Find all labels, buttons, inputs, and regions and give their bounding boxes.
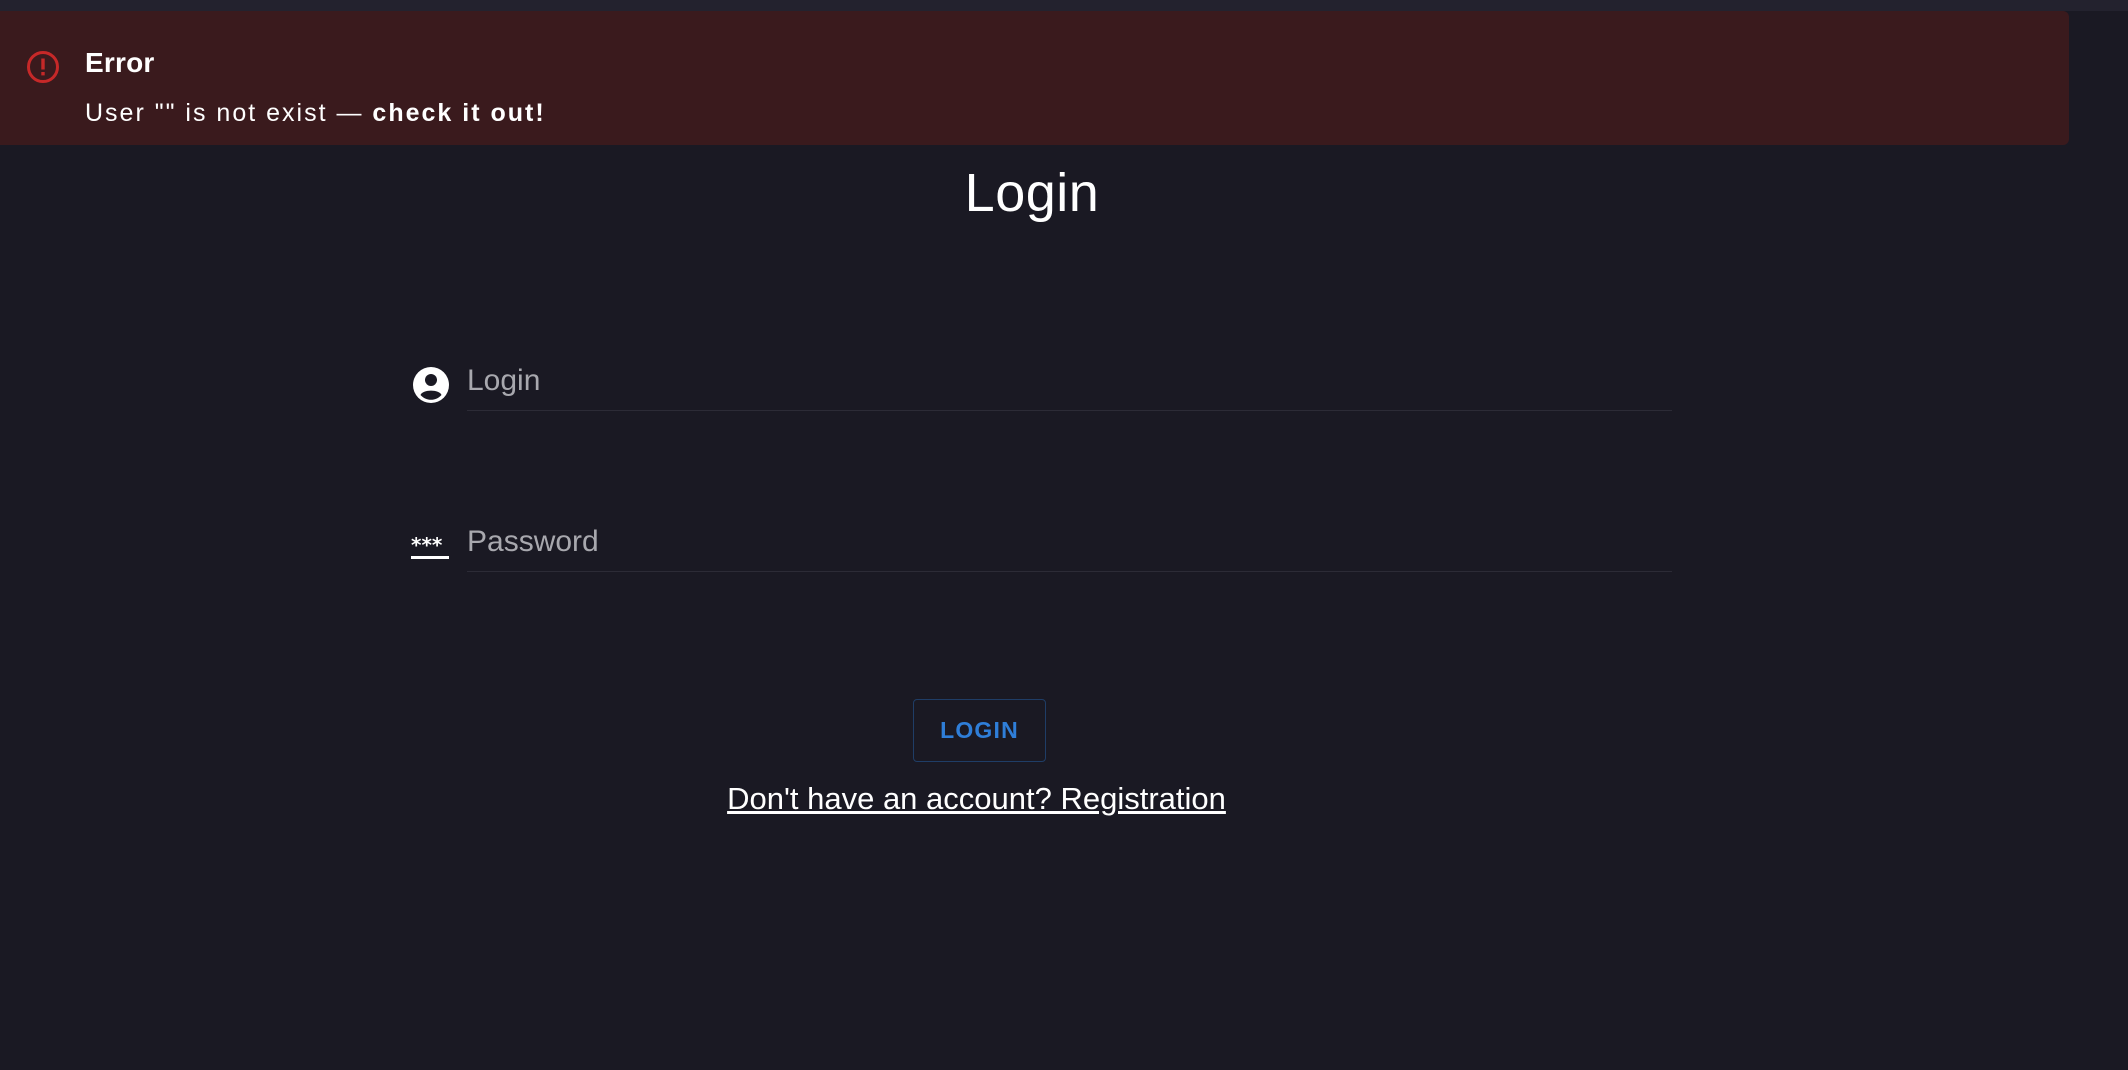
error-circle-icon [27, 51, 59, 83]
alert-message-emphasis: check it out! [372, 99, 546, 127]
password-dots-icon: *** [411, 533, 449, 559]
page-title: Login [964, 163, 1100, 223]
password-field-group: *** [410, 513, 1672, 573]
svg-text:***: *** [411, 533, 443, 557]
error-alert: Error User "" is not exist — check it ou… [0, 11, 2069, 145]
alert-message: User "" is not exist — check it out! [85, 99, 546, 128]
registration-link[interactable]: Don't have an account? Registration [0, 781, 1953, 817]
login-field-group [410, 352, 1672, 412]
alert-title: Error [85, 47, 155, 78]
account-circle-icon [413, 367, 449, 403]
password-input[interactable] [467, 513, 1672, 572]
login-input[interactable] [467, 352, 1672, 411]
login-button[interactable]: LOGIN [913, 699, 1046, 762]
top-strip [0, 0, 2128, 11]
alert-message-text: User "" is not exist — [85, 99, 373, 127]
